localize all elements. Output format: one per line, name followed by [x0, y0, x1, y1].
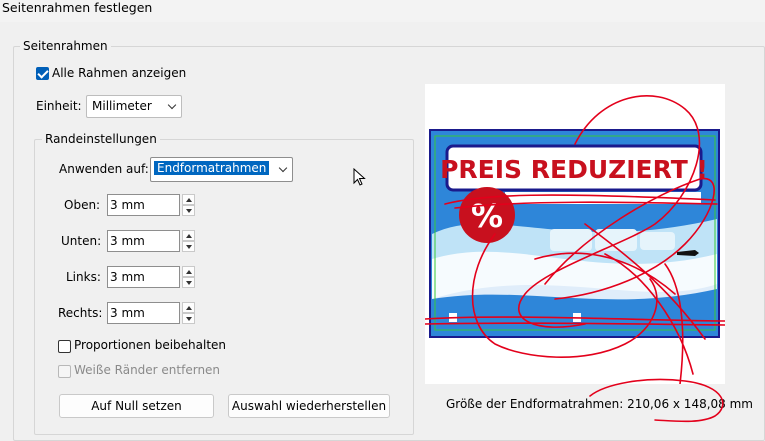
margin-right-increment-button[interactable]: [182, 302, 195, 313]
unit-label: Einheit:: [36, 99, 82, 113]
window-title: Seitenrahmen festlegen: [2, 0, 153, 15]
margin-left-input[interactable]: 3 mm: [107, 266, 180, 288]
margin-bottom-input[interactable]: 3 mm: [107, 230, 180, 252]
chevron-down-icon: [167, 100, 177, 110]
margin-right-label: Rechts:: [58, 306, 103, 320]
margin-bottom-value: 3 mm: [110, 234, 145, 248]
margin-top-decrement-button[interactable]: [182, 205, 195, 216]
page-frames-legend: Seitenrahmen: [20, 39, 111, 53]
banner-text: PREIS REDUZIERT !: [440, 155, 708, 184]
keep-proportions-label[interactable]: Proportionen beibehalten: [74, 338, 226, 352]
size-scribble-annotation: [589, 378, 724, 423]
margin-top-label: Oben:: [64, 198, 101, 212]
title-bar: Seitenrahmen festlegen: [0, 0, 765, 22]
chevron-down-icon: [278, 163, 288, 173]
margin-settings-legend: Randeinstellungen: [42, 132, 160, 146]
percent-symbol: %: [471, 197, 503, 235]
margin-top-input[interactable]: 3 mm: [107, 194, 180, 216]
unit-select-value: Millimeter: [92, 99, 152, 113]
unit-select[interactable]: Millimeter: [86, 95, 182, 118]
apply-to-label: Anwenden auf:: [59, 162, 149, 176]
apply-to-select[interactable]: Endformatrahmen: [150, 157, 293, 182]
mouse-cursor-icon: [353, 168, 366, 186]
show-all-frames-checkbox[interactable]: [36, 67, 49, 80]
margin-right-input[interactable]: 3 mm: [107, 302, 180, 324]
show-all-frames-label[interactable]: Alle Rahmen anzeigen: [52, 66, 186, 80]
margin-left-value: 3 mm: [110, 270, 145, 284]
remove-white-margins-checkbox[interactable]: [58, 365, 71, 378]
margin-right-value: 3 mm: [110, 306, 145, 320]
margin-bottom-increment-button[interactable]: [182, 230, 195, 241]
restore-selection-button[interactable]: Auswahl wiederherstellen: [228, 394, 390, 418]
margin-left-increment-button[interactable]: [182, 266, 195, 277]
margin-bottom-decrement-button[interactable]: [182, 241, 195, 252]
apply-to-select-value: Endformatrahmen: [154, 161, 270, 175]
remove-white-margins-label: Weiße Ränder entfernen: [74, 363, 221, 377]
margin-bottom-label: Unten:: [61, 234, 102, 248]
reset-to-zero-button[interactable]: Auf Null setzen: [59, 394, 214, 418]
margin-left-label: Links:: [66, 270, 101, 284]
page-preview-image: PREIS REDUZIERT ! %: [425, 95, 725, 384]
margin-left-decrement-button[interactable]: [182, 277, 195, 288]
margin-top-increment-button[interactable]: [182, 194, 195, 205]
margin-right-decrement-button[interactable]: [182, 313, 195, 324]
keep-proportions-checkbox[interactable]: [58, 340, 71, 353]
margin-top-value: 3 mm: [110, 198, 145, 212]
